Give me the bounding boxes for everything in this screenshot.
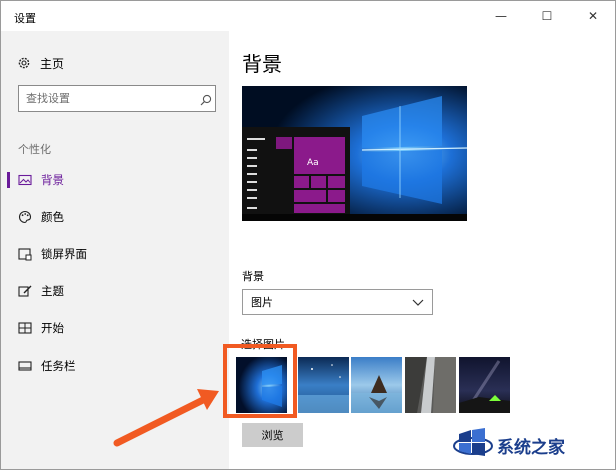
close-button[interactable]: ✕ (570, 1, 616, 31)
title-bar: 设置 — ☐ ✕ (1, 1, 615, 31)
sidebar-item-label: 开始 (41, 321, 64, 335)
sidebar-item-lock-screen[interactable]: 锁屏界面 (1, 239, 229, 269)
picture-thumb-windows-hero[interactable] (236, 357, 287, 413)
minimize-button[interactable]: — (478, 1, 524, 31)
dropdown-value: 图片 (251, 296, 273, 309)
preview-taskbar (242, 214, 467, 221)
main-content: 背景 Aa 背景 图片 选择图片 浏览 (223, 31, 615, 469)
picture-thumb-coast-rocks[interactable] (351, 357, 402, 413)
settings-window: 设置 — ☐ ✕ 主页 个性化 (0, 0, 616, 470)
sidebar-item-start[interactable]: 开始 (1, 313, 229, 343)
picture-thumb-waterfall-rock[interactable] (405, 357, 456, 413)
picture-thumb-night-sky-tent[interactable] (459, 357, 510, 413)
start-grid-icon (18, 321, 32, 335)
preview-start-menu: Aa (242, 127, 350, 221)
search-icon[interactable] (199, 92, 213, 106)
window-title: 设置 (14, 12, 36, 25)
palette-icon (18, 210, 32, 224)
sidebar-item-home[interactable]: 主页 (17, 53, 64, 73)
sidebar: 主页 个性化 背景 颜色 锁屏界面 (1, 31, 229, 469)
active-indicator (7, 172, 10, 188)
sidebar-item-label: 锁屏界面 (41, 247, 87, 261)
picture-thumb-beach-night[interactable] (298, 357, 349, 413)
close-icon: ✕ (587, 9, 599, 23)
picture-icon (18, 173, 32, 187)
sidebar-item-label: 主题 (41, 284, 64, 298)
background-type-dropdown[interactable]: 图片 (242, 289, 433, 315)
sidebar-item-label: 主页 (40, 56, 65, 71)
preview-tile-large: Aa (294, 137, 345, 174)
theme-brush-icon (18, 284, 32, 298)
watermark-text: 系统之家 (497, 437, 565, 458)
background-label: 背景 (242, 270, 264, 283)
watermark: 系统之家 (449, 427, 615, 463)
sidebar-item-themes[interactable]: 主题 (1, 276, 229, 306)
taskbar-icon (18, 359, 32, 373)
watermark-logo-icon (449, 428, 493, 462)
section-title-personalization: 个性化 (18, 143, 51, 156)
search-box[interactable] (18, 85, 216, 112)
minimize-icon: — (495, 9, 507, 23)
search-input[interactable] (19, 86, 189, 111)
chevron-down-icon (410, 294, 426, 310)
page-title: 背景 (242, 52, 282, 76)
sidebar-item-background[interactable]: 背景 (1, 165, 229, 195)
browse-button[interactable]: 浏览 (242, 423, 303, 447)
gear-icon (17, 56, 31, 70)
sidebar-item-label: 颜色 (41, 210, 64, 224)
lock-screen-icon (18, 247, 32, 261)
maximize-button[interactable]: ☐ (524, 1, 570, 31)
sidebar-item-label: 背景 (41, 173, 64, 187)
sidebar-item-taskbar[interactable]: 任务栏 (1, 351, 229, 381)
background-preview: Aa (242, 86, 467, 221)
sidebar-item-label: 任务栏 (41, 359, 76, 373)
maximize-icon: ☐ (541, 9, 553, 23)
preview-tile-text: Aa (307, 158, 319, 168)
sidebar-item-colors[interactable]: 颜色 (1, 202, 229, 232)
